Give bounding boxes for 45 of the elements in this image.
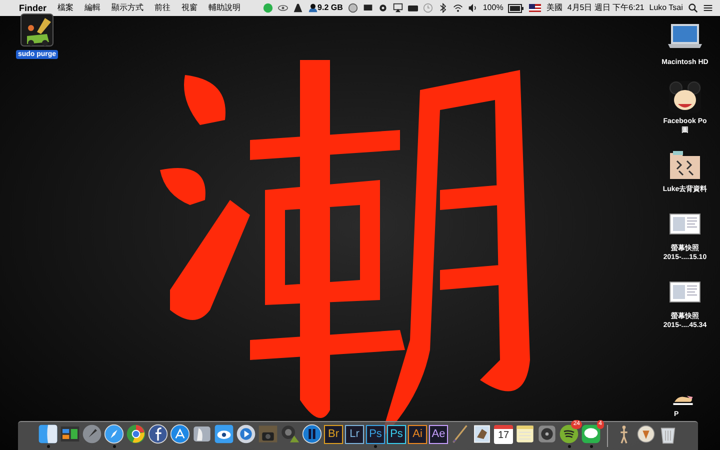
compass-icon[interactable] [104,424,124,444]
airplay-icon[interactable] [392,3,403,13]
app-tile[interactable]: Lr [345,424,364,444]
finder-icon[interactable] [38,424,58,444]
menu-item[interactable]: 檔案 [58,4,74,12]
app-store-icon[interactable] [170,424,190,444]
menu-item[interactable]: Finder [19,4,47,12]
card-icon[interactable] [408,3,418,13]
spotify-icon[interactable] [559,424,579,444]
eye-icon[interactable] [214,424,234,444]
play-icon[interactable] [236,424,256,444]
wifi-icon[interactable] [452,3,463,13]
menu-extra[interactable]: 4月5日 週日 下午6:21 [567,4,644,12]
search-icon[interactable] [688,3,698,13]
pause-icon[interactable] [302,424,322,444]
circle-icon[interactable] [348,3,358,13]
eye-icon[interactable] [278,3,288,13]
menu-item[interactable]: 前往 [154,4,171,12]
menu-extra[interactable]: Luko Tsai [649,4,683,12]
f-logo-icon[interactable] [148,424,168,444]
memory-label: 9.2 GB [318,4,343,12]
menu-item[interactable]: 視窗 [182,4,198,12]
app-tile[interactable]: Ai [408,424,427,444]
app-tile[interactable]: Ps [387,424,406,444]
chrome-icon[interactable] [126,424,146,444]
flag-icon[interactable] [529,4,542,12]
app-tile[interactable]: Ae [429,424,448,444]
calendar-tile[interactable]: 17 [494,424,513,444]
menu-item[interactable]: 顯示方式 [112,4,144,12]
list-icon[interactable] [702,3,713,13]
app-tile[interactable]: Br [324,424,343,444]
bluetooth-icon[interactable] [438,3,448,13]
volume-icon[interactable] [468,3,478,13]
screen-icon[interactable] [362,3,373,13]
notes-icon[interactable] [515,424,535,444]
input-source-label[interactable]: 美國 [546,4,562,12]
menu-item[interactable]: 輔助說明 [208,4,241,12]
brush-icon[interactable] [450,424,470,444]
app-tile[interactable]: Ps [366,424,385,444]
chat-bubble-icon[interactable] [581,424,601,444]
battery-icon[interactable] [508,4,524,12]
battery-percent: 100% [482,4,504,12]
panels-icon[interactable] [60,424,80,444]
menu-item[interactable]: 編輯 [84,4,101,12]
bird-photo-icon[interactable] [472,424,492,444]
